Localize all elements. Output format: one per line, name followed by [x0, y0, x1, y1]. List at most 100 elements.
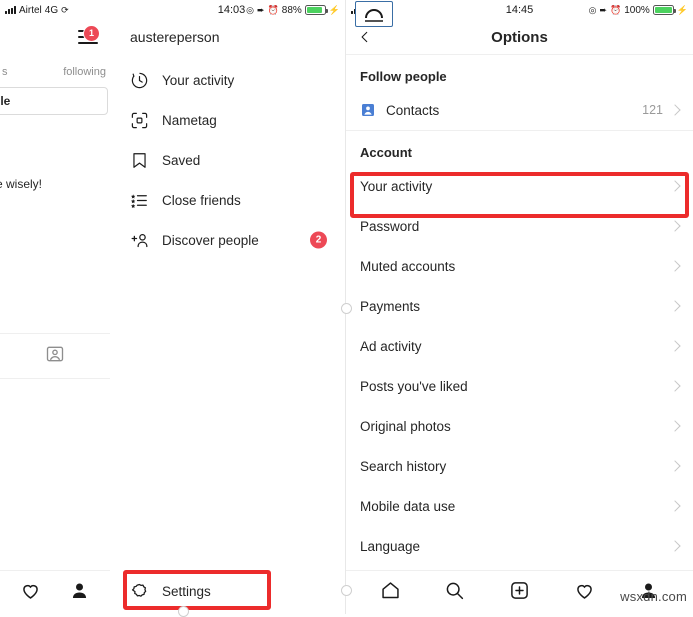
options-item-label: Password — [360, 218, 420, 234]
battery-icon — [304, 5, 328, 15]
status-bar-middle: 14:03 ◎ ➨ ⏰ 88% ⚡ — [118, 0, 345, 20]
options-item-trailing: 121 — [642, 103, 681, 117]
battery-icon — [652, 5, 676, 15]
menu-item-your-activity[interactable]: Your activity — [118, 60, 345, 100]
alarm-icon: ⏰ — [267, 4, 279, 15]
discover-people-badge: 2 — [310, 231, 327, 249]
profile-header: 1 — [0, 20, 110, 54]
charging-icon: ⚡ — [676, 4, 688, 15]
network-label: 4G — [44, 4, 59, 16]
chevron-right-icon — [669, 300, 681, 312]
device-home-indicator — [178, 606, 189, 617]
options-item-original-photos[interactable]: Original photos — [346, 406, 693, 446]
chevron-right-icon — [669, 104, 681, 116]
chevron-right-icon — [669, 260, 681, 272]
options-item-search-history[interactable]: Search history — [346, 446, 693, 486]
carrier-label: Airtel — [19, 4, 42, 16]
gear-icon — [130, 582, 156, 601]
menu-item-discover-people[interactable]: Discover people 2 — [118, 220, 345, 260]
options-item-label: Payments — [360, 298, 421, 314]
bottom-nav-left — [0, 570, 110, 614]
bookmark-icon — [130, 151, 156, 170]
menu-item-saved[interactable]: Saved — [118, 140, 345, 180]
edit-profile-button[interactable]: ile — [0, 87, 108, 115]
screenshot-root: Airtel 4G ⟳ 1 s following ile se wisely! — [0, 0, 693, 617]
charging-icon: ⚡ — [328, 4, 340, 15]
options-navbar: Options — [346, 20, 693, 55]
chevron-right-icon — [669, 460, 681, 472]
menu-item-settings[interactable]: Settings — [118, 568, 345, 614]
options-item-label: Language — [360, 538, 421, 554]
panel-gap-left — [110, 0, 118, 614]
tagged-photos-icon[interactable] — [45, 344, 65, 369]
back-chevron-icon[interactable] — [358, 30, 372, 44]
options-item-your-activity[interactable]: Your activity — [346, 166, 693, 206]
chevron-right-icon — [669, 380, 681, 392]
navigation-icon: ➨ — [257, 4, 265, 15]
options-item-label: Your activity — [360, 178, 433, 194]
star-list-icon — [130, 191, 156, 210]
menu-item-nametag[interactable]: Nametag — [118, 100, 345, 140]
heart-icon[interactable] — [20, 580, 41, 606]
battery-percent-middle: 88% — [281, 4, 302, 16]
chevron-right-icon — [669, 500, 681, 512]
profile-tabs — [0, 333, 110, 379]
status-bar-right: xx 4G 14:45 ◎ ➨ ⏰ 100% ⚡ — [346, 0, 693, 27]
battery-percent-right: 100% — [624, 4, 650, 16]
options-panel: xx 4G 14:45 ◎ ➨ ⏰ 100% ⚡ — [346, 0, 693, 614]
add-post-icon[interactable] — [509, 580, 530, 606]
menu-sheet-panel: 14:03 ◎ ➨ ⏰ 88% ⚡ austereperson Your act… — [118, 0, 345, 614]
menu-list: Your activity Nametag Saved Close friend… — [118, 54, 345, 260]
navigation-icon: ➨ — [599, 4, 607, 15]
profile-icon[interactable] — [69, 580, 90, 606]
contacts-icon — [360, 102, 376, 118]
options-item-muted-accounts[interactable]: Muted accounts — [346, 246, 693, 286]
profile-stats-row: s following — [0, 66, 110, 78]
menu-item-label: Nametag — [162, 112, 217, 128]
hamburger-menu-button[interactable]: 1 — [72, 25, 100, 46]
status-right-group-middle: ◎ ➨ ⏰ 88% ⚡ — [246, 5, 340, 16]
menu-item-label: Discover people — [162, 232, 259, 248]
menu-username: austereperson — [130, 29, 220, 45]
options-item-label: Original photos — [360, 418, 451, 434]
profile-bio-text: se wisely! — [0, 177, 43, 191]
status-right-group-right: ◎ ➨ ⏰ 100% ⚡ — [589, 5, 688, 16]
options-item-contacts[interactable]: Contacts 121 — [346, 90, 693, 130]
options-item-mobile-data-use[interactable]: Mobile data use — [346, 486, 693, 526]
alarm-icon: ⏰ — [609, 4, 622, 15]
section-heading-account: Account — [360, 145, 412, 160]
options-item-label: Search history — [360, 458, 447, 474]
options-item-payments[interactable]: Payments — [346, 286, 693, 326]
search-icon[interactable] — [444, 580, 465, 606]
options-item-posts-youve-liked[interactable]: Posts you've liked — [346, 366, 693, 406]
followers-count-partial[interactable]: s — [2, 66, 8, 78]
refresh-icon: ⟳ — [61, 4, 69, 15]
page-title: Options — [491, 28, 548, 46]
watermark: wsxdn.com — [620, 589, 687, 604]
home-icon[interactable] — [380, 580, 401, 606]
heart-icon[interactable] — [574, 580, 595, 606]
edit-profile-label: ile — [0, 94, 11, 108]
options-item-label: Posts you've liked — [360, 378, 468, 394]
following-label[interactable]: following — [63, 66, 106, 78]
location-icon: ◎ — [588, 4, 597, 15]
section-heading-follow-people: Follow people — [360, 69, 447, 84]
hamburger-badge: 1 — [83, 25, 100, 42]
contacts-count: 121 — [642, 103, 663, 117]
chevron-right-icon — [669, 180, 681, 192]
options-item-password[interactable]: Password — [346, 206, 693, 246]
nametag-scan-icon — [130, 111, 156, 130]
options-item-label: Mobile data use — [360, 498, 456, 514]
menu-item-label: Saved — [162, 152, 201, 168]
options-item-ad-activity[interactable]: Ad activity — [346, 326, 693, 366]
signal-icon — [5, 6, 16, 14]
menu-item-close-friends[interactable]: Close friends — [118, 180, 345, 220]
chevron-right-icon — [669, 540, 681, 552]
location-icon: ◎ — [246, 4, 254, 15]
menu-item-label: Close friends — [162, 192, 241, 208]
options-item-language[interactable]: Language — [346, 526, 693, 566]
options-item-label: Muted accounts — [360, 258, 456, 274]
status-bar-left: Airtel 4G ⟳ — [0, 0, 110, 20]
options-item-label: Contacts — [386, 102, 440, 118]
options-item-label: Ad activity — [360, 338, 422, 354]
